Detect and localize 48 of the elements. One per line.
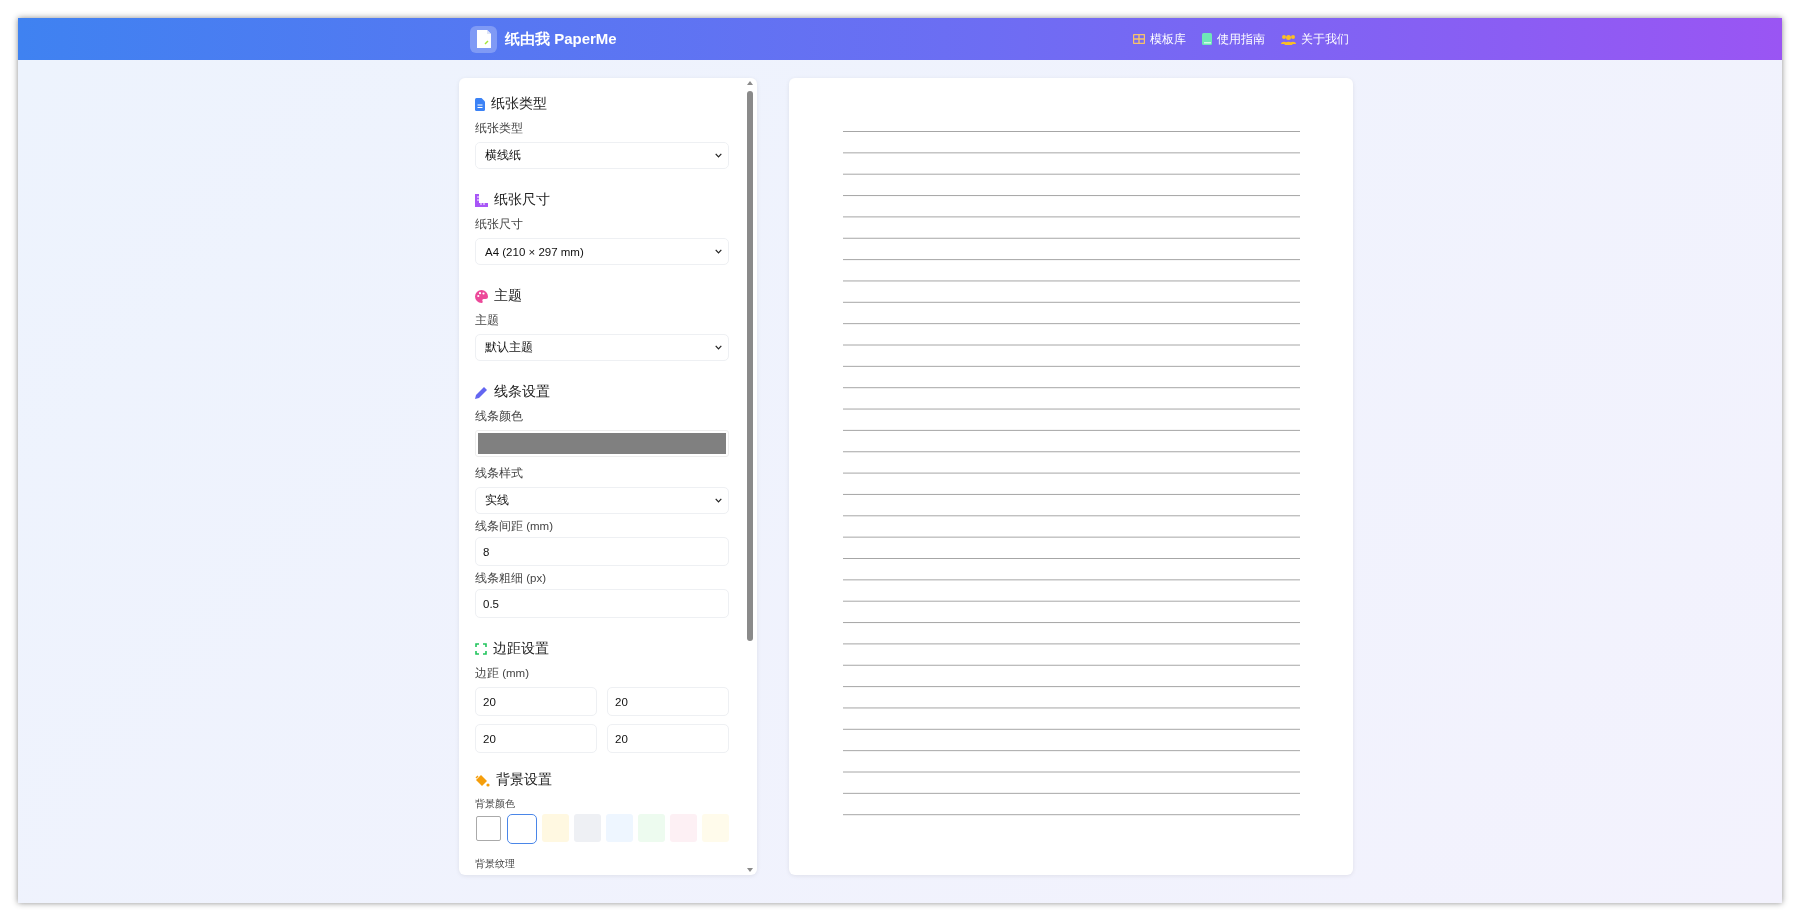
color-swatch[interactable]	[542, 814, 569, 842]
document-icon	[470, 25, 497, 53]
chevron-icon	[715, 249, 722, 254]
expand-icon	[475, 643, 487, 655]
input-field[interactable]: 8	[475, 537, 729, 566]
field-label: 线条样式	[475, 466, 524, 481]
file-icon	[475, 97, 485, 111]
field-label: 背景纹理	[475, 857, 516, 871]
chevron-icon	[715, 345, 722, 350]
section-title: 背景设置	[496, 771, 552, 789]
field-label: 纸张尺寸	[475, 217, 524, 232]
color-picker[interactable]	[475, 430, 729, 457]
field-label: 边距 (mm)	[475, 666, 530, 681]
field-label: 背景颜色	[475, 797, 516, 811]
book-icon	[1202, 33, 1212, 45]
ruler-icon	[475, 193, 488, 207]
nav-link[interactable]: 关于我们	[1281, 30, 1349, 48]
section-title: 纸张类型	[491, 95, 547, 113]
field-label: 线条粗细 (px)	[475, 571, 547, 586]
chevron-icon	[715, 498, 722, 503]
input-field[interactable]: 0.5	[475, 589, 729, 618]
field-label: 线条颜色	[475, 409, 524, 424]
select-field[interactable]: A4 (210 × 297 mm)	[475, 238, 729, 265]
nav-link[interactable]: 使用指南	[1202, 30, 1265, 48]
color-swatch[interactable]	[507, 814, 537, 844]
field-label: 线条间距 (mm)	[475, 519, 554, 534]
section-title: 边距设置	[493, 640, 549, 658]
users-icon	[1281, 33, 1296, 45]
select-field[interactable]: 实线	[475, 487, 729, 514]
pencil-icon	[475, 385, 488, 399]
margin-input[interactable]: 20	[607, 724, 729, 753]
select-field[interactable]: 横线纸	[475, 142, 729, 169]
nav-link[interactable]: 模板库	[1133, 30, 1186, 48]
field-label: 主题	[475, 313, 500, 328]
palette-icon	[475, 289, 488, 303]
section-title: 纸张尺寸	[494, 191, 550, 209]
margin-input[interactable]: 20	[475, 724, 597, 753]
grid-icon	[1133, 34, 1145, 44]
section-title: 线条设置	[494, 383, 550, 401]
select-field[interactable]: 默认主题	[475, 334, 729, 361]
chevron-icon	[715, 153, 722, 158]
paint-bucket-icon	[475, 773, 490, 787]
section-title: 主题	[494, 287, 522, 305]
field-label: 纸张类型	[475, 121, 524, 136]
app-title: 纸由我 PaperMe	[505, 29, 617, 49]
margin-input[interactable]: 20	[475, 687, 597, 716]
margin-input[interactable]: 20	[607, 687, 729, 716]
color-swatch[interactable]	[476, 816, 501, 841]
